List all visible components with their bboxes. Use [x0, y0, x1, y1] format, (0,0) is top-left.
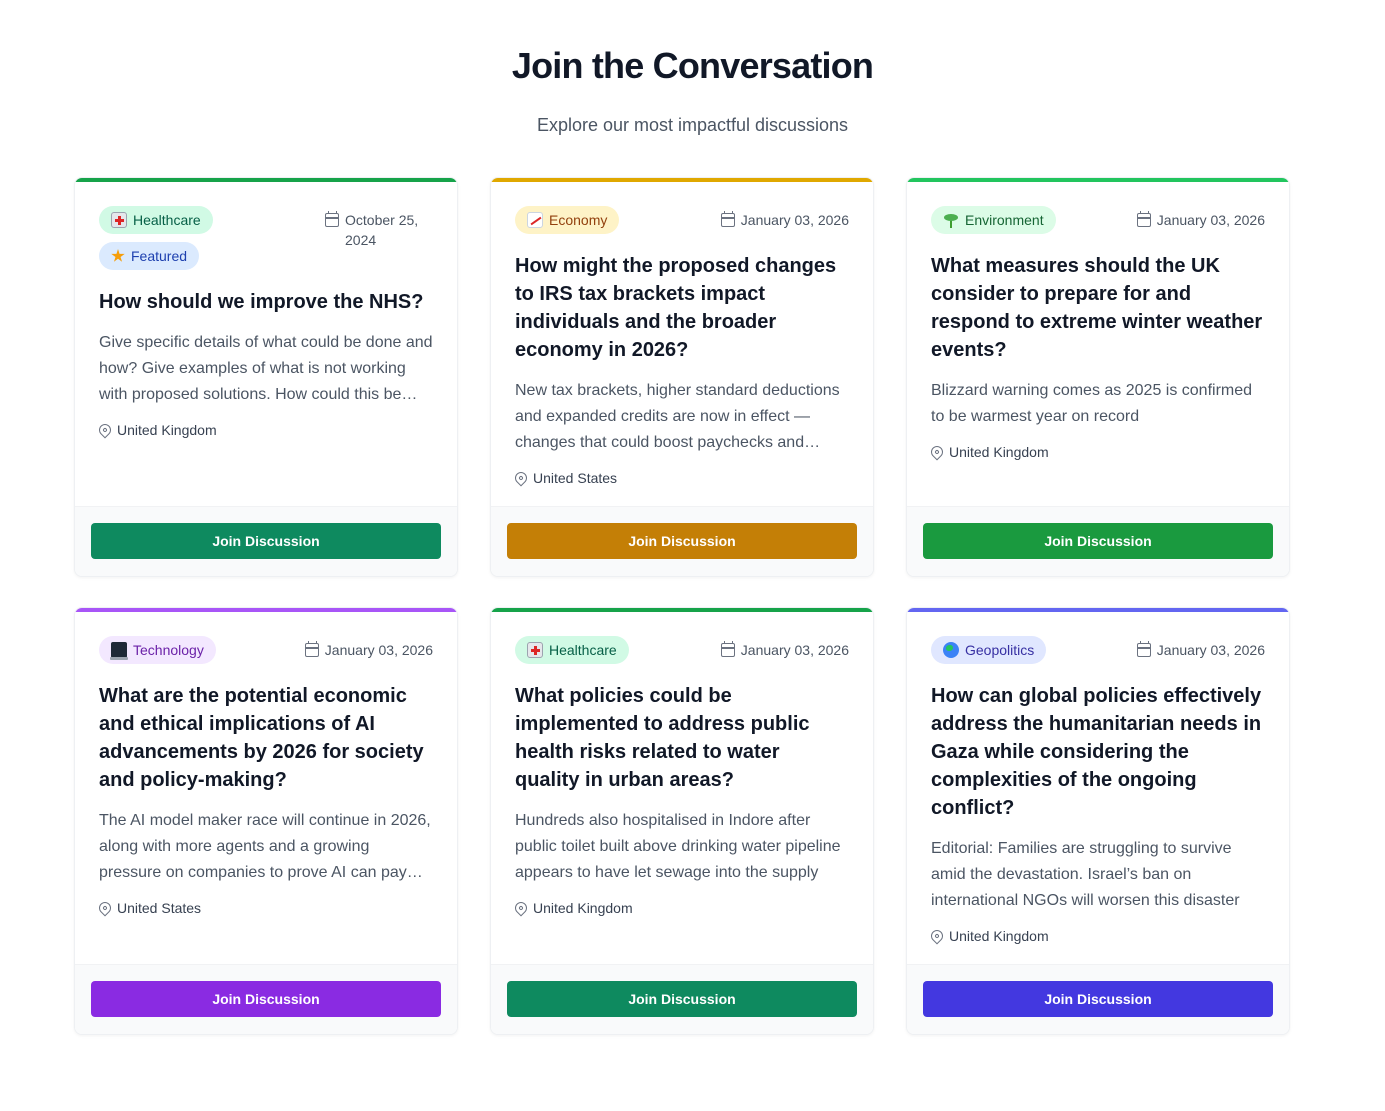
card-location: United Kingdom	[512, 899, 849, 917]
card-date: January 03, 2026	[304, 636, 433, 660]
discussion-description: Hundreds also hospitalised in Indore aft…	[515, 812, 841, 881]
card-location: United Kingdom	[96, 421, 433, 439]
date-text: October 25, 2024	[345, 212, 419, 248]
card-tags: Geopolitics	[931, 636, 1047, 664]
discussion-description: Blizzard warning comes as 2025 is confir…	[931, 382, 1253, 425]
category-tag: Economy	[515, 206, 620, 234]
date-text: January 03, 2026	[740, 642, 849, 658]
globe-emoji-icon	[943, 642, 959, 658]
discussion-description: The AI model maker race will continue in…	[99, 812, 431, 881]
card-tags: Economy	[515, 206, 620, 234]
card-date: January 03, 2026	[720, 206, 849, 230]
category-tag: Healthcare	[515, 636, 629, 664]
card-accent-bar	[907, 178, 1289, 182]
page-subtitle: Explore our most impactful discussions	[536, 115, 849, 135]
location-text: United Kingdom	[949, 928, 1049, 944]
map-pin-icon	[928, 443, 946, 461]
laptop-emoji-icon	[110, 642, 128, 660]
location-text: United Kingdom	[533, 900, 633, 916]
map-pin-icon	[512, 899, 530, 917]
hospital-emoji-icon	[111, 212, 127, 228]
card-date: January 03, 2026	[1136, 206, 1265, 230]
discussion-card: Healthcare Featured October 25, 2024 How…	[74, 177, 458, 577]
discussion-title[interactable]: What measures should the UK consider to …	[931, 252, 1265, 364]
map-pin-icon	[512, 469, 530, 487]
card-accent-bar	[75, 608, 457, 612]
discussion-card: Geopolitics January 03, 2026 How can glo…	[906, 607, 1290, 1035]
category-label: Technology	[133, 642, 204, 658]
discussion-grid: Healthcare Featured October 25, 2024 How…	[74, 177, 1290, 1035]
calendar-icon	[720, 211, 735, 227]
card-accent-bar	[491, 608, 873, 612]
discussion-title[interactable]: What policies could be implemented to ad…	[515, 682, 849, 794]
category-tag: Technology	[99, 636, 216, 664]
discussion-card: Economy January 03, 2026 How might the p…	[490, 177, 874, 577]
discussion-title[interactable]: How might the proposed changes to IRS ta…	[515, 252, 849, 364]
join-discussion-button[interactable]: Join Discussion	[507, 523, 857, 559]
date-text: January 03, 2026	[1156, 212, 1265, 228]
hospital-emoji-icon	[527, 642, 543, 658]
discussion-card: Technology January 03, 2026 What are the…	[74, 607, 458, 1035]
join-discussion-button[interactable]: Join Discussion	[923, 523, 1273, 559]
discussion-title[interactable]: What are the potential economic and ethi…	[99, 682, 433, 794]
discussion-card: Healthcare January 03, 2026 What policie…	[490, 607, 874, 1035]
card-date: January 03, 2026	[720, 636, 849, 660]
chart-increasing-emoji-icon	[527, 212, 543, 228]
discussion-description: Editorial: Families are struggling to su…	[931, 840, 1240, 909]
card-location: United Kingdom	[928, 443, 1265, 461]
card-accent-bar	[491, 178, 873, 182]
featured-tag: Featured	[99, 242, 200, 270]
card-date: October 25, 2024	[325, 206, 433, 250]
card-tags: Environment	[931, 206, 1056, 234]
join-discussion-button[interactable]: Join Discussion	[91, 981, 441, 1017]
calendar-icon	[304, 641, 319, 657]
card-tags: Technology	[99, 636, 216, 664]
card-tags: Healthcare Featured	[99, 206, 213, 270]
category-tag: Healthcare	[99, 206, 213, 234]
join-discussion-button[interactable]: Join Discussion	[91, 523, 441, 559]
page-title: Join the Conversation	[511, 45, 874, 86]
location-text: United States	[117, 900, 202, 916]
location-text: United States	[533, 470, 618, 486]
card-accent-bar	[75, 178, 457, 182]
map-pin-icon	[928, 927, 946, 945]
page-header: Join the Conversation Explore our most i…	[0, 0, 1385, 136]
discussion-description: New tax brackets, higher standard deduct…	[515, 382, 840, 451]
discussion-title[interactable]: How should we improve the NHS?	[99, 288, 433, 316]
location-text: United Kingdom	[949, 444, 1049, 460]
category-label: Economy	[549, 212, 608, 228]
calendar-icon	[1136, 641, 1151, 657]
category-label: Geopolitics	[965, 642, 1035, 658]
category-tag: Geopolitics	[931, 636, 1047, 664]
map-pin-icon	[96, 899, 114, 917]
category-label: Healthcare	[133, 212, 201, 228]
seedling-emoji-icon	[943, 212, 959, 228]
date-text: January 03, 2026	[324, 642, 433, 658]
calendar-icon	[720, 641, 735, 657]
location-text: United Kingdom	[117, 422, 217, 438]
card-location: United States	[96, 899, 433, 917]
join-discussion-button[interactable]: Join Discussion	[507, 981, 857, 1017]
map-pin-icon	[96, 421, 114, 439]
card-tags: Healthcare	[515, 636, 629, 664]
featured-label: Featured	[131, 248, 188, 264]
calendar-icon	[325, 211, 339, 227]
date-text: January 03, 2026	[740, 212, 849, 228]
calendar-icon	[1136, 211, 1151, 227]
star-icon	[111, 249, 125, 262]
discussion-title[interactable]: How can global policies effectively addr…	[931, 682, 1265, 822]
card-accent-bar	[907, 608, 1289, 612]
card-location: United Kingdom	[928, 927, 1265, 945]
card-location: United States	[512, 469, 849, 487]
category-label: Healthcare	[549, 642, 617, 658]
category-tag: Environment	[931, 206, 1056, 234]
category-label: Environment	[965, 212, 1044, 228]
discussion-card: Environment January 03, 2026 What measur…	[906, 177, 1290, 577]
date-text: January 03, 2026	[1156, 642, 1265, 658]
join-discussion-button[interactable]: Join Discussion	[923, 981, 1273, 1017]
discussion-description: Give specific details of what could be d…	[99, 334, 433, 403]
card-date: January 03, 2026	[1136, 636, 1265, 660]
